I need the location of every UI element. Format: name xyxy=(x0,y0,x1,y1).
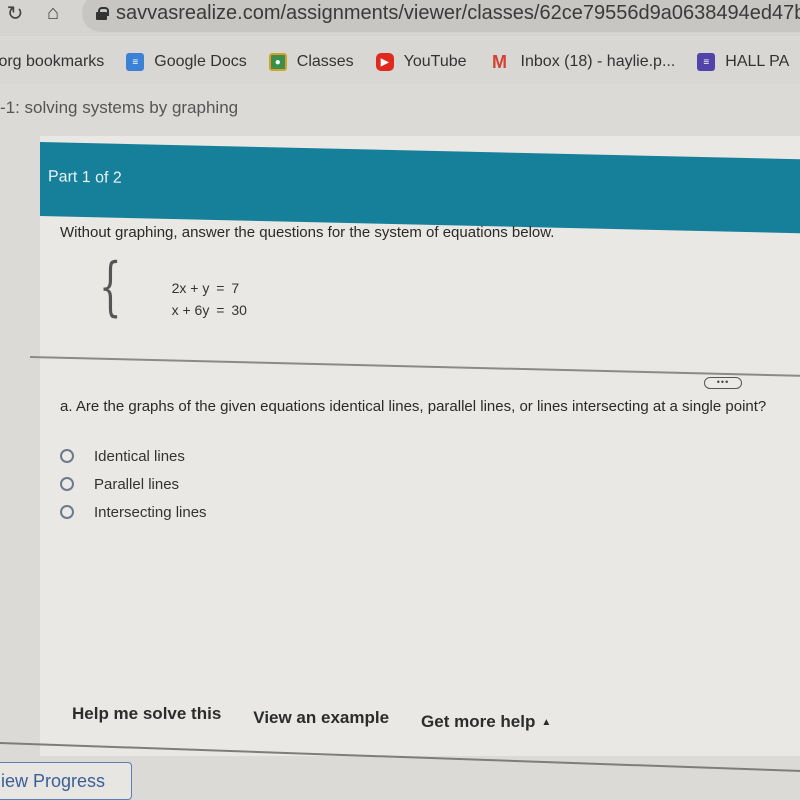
bookmark-classes[interactable]: ● Classes xyxy=(268,53,354,71)
radio-button[interactable] xyxy=(60,449,74,463)
caret-up-icon: ▲ xyxy=(541,717,552,729)
bookmark-org-bookmarks[interactable]: .org bookmarks xyxy=(0,53,104,71)
home-icon[interactable]: ⌂ xyxy=(40,0,66,26)
part-header: Part 1 of 2 xyxy=(40,142,800,234)
radio-button[interactable] xyxy=(60,477,74,491)
help-bar: Help me solve this View an example Get m… xyxy=(72,704,551,732)
radio-button[interactable] xyxy=(60,505,74,519)
option-parallel-lines[interactable]: Parallel lines xyxy=(60,470,207,498)
bookmark-label: Inbox (18) - haylie.p... xyxy=(520,53,676,70)
bookmark-inbox[interactable]: M Inbox (18) - haylie.p... xyxy=(489,51,676,72)
question-text: a. Are the graphs of the given equations… xyxy=(60,398,767,415)
option-identical-lines[interactable]: Identical lines xyxy=(60,442,207,470)
view-progress-button[interactable]: iew Progress xyxy=(0,762,132,800)
bookmark-google-docs[interactable]: ≡ Google Docs xyxy=(126,53,247,71)
equation-rhs: 30 xyxy=(231,302,247,318)
bookmark-label: Classes xyxy=(296,53,354,70)
google-classroom-icon: ● xyxy=(268,53,287,71)
bookmark-youtube[interactable]: ▶ YouTube xyxy=(375,53,467,71)
answer-options: Identical lines Parallel lines Intersect… xyxy=(60,442,207,526)
equation-op: = xyxy=(216,302,225,318)
browser-toolbar: ↻ ⌂ savvasrealize.com/assignments/viewer… xyxy=(0,0,800,36)
option-label: Identical lines xyxy=(94,447,185,465)
equation-2: x + 6y = 30 xyxy=(130,286,247,334)
section-divider xyxy=(29,356,800,378)
youtube-icon: ▶ xyxy=(375,53,394,71)
question-panel: Part 1 of 2 Without graphing, answer the… xyxy=(29,136,800,756)
bookmark-label: YouTube xyxy=(403,53,467,70)
view-example-button[interactable]: View an example xyxy=(253,708,389,732)
gmail-icon: M xyxy=(492,51,508,72)
google-forms-icon: ≡ xyxy=(697,53,716,71)
bookmarks-bar: .org bookmarks ≡ Google Docs ● Classes ▶… xyxy=(0,40,800,84)
help-me-solve-button[interactable]: Help me solve this xyxy=(72,704,221,732)
brace-icon: { xyxy=(99,250,122,324)
more-options-button[interactable]: ••• xyxy=(704,377,742,389)
assignment-title: -1: solving systems by graphing xyxy=(0,98,239,117)
option-intersecting-lines[interactable]: Intersecting lines xyxy=(60,498,207,526)
part-label: Part 1 of 2 xyxy=(48,168,122,187)
lock-icon[interactable] xyxy=(96,6,109,20)
get-more-help-button[interactable]: Get more help ▲ xyxy=(421,712,551,732)
bookmark-label: HALL PA xyxy=(725,53,790,70)
bookmark-label: .org bookmarks xyxy=(0,53,105,70)
address-bar[interactable]: savvasrealize.com/assignments/viewer/cla… xyxy=(82,0,800,32)
option-label: Intersecting lines xyxy=(94,503,207,521)
equation-lhs: x + 6y xyxy=(171,302,210,318)
bookmark-hall-pass[interactable]: ≡ HALL PA xyxy=(697,53,789,71)
instructions: Without graphing, answer the questions f… xyxy=(60,224,555,241)
google-docs-icon: ≡ xyxy=(126,53,145,71)
option-label: Parallel lines xyxy=(94,475,180,493)
url-text[interactable]: savvasrealize.com/assignments/viewer/cla… xyxy=(116,2,800,25)
bookmark-label: Google Docs xyxy=(154,53,247,70)
get-more-help-label: Get more help xyxy=(421,712,536,731)
reload-icon[interactable]: ↻ xyxy=(2,0,28,26)
